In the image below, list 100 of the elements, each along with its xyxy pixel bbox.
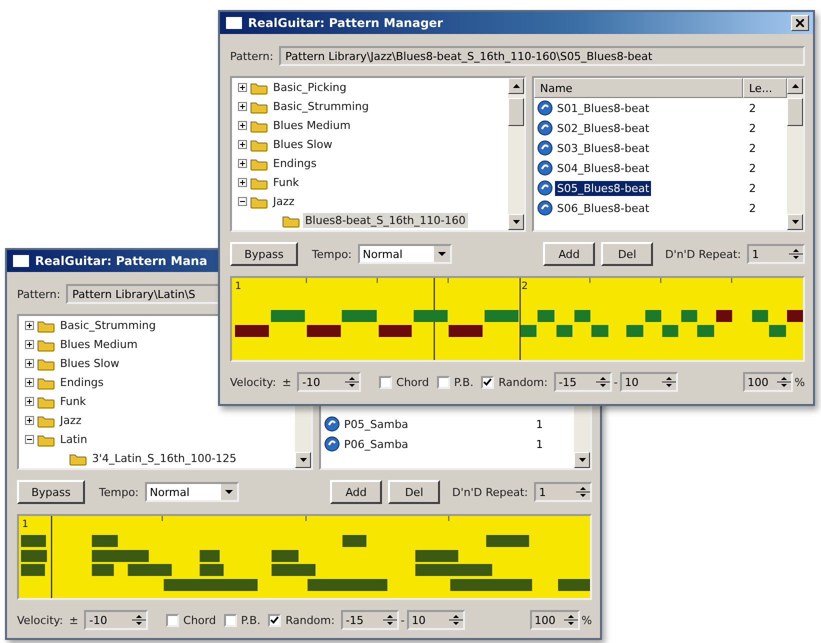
spin-arrows-icon[interactable] [564,612,578,628]
delete-button[interactable]: Del [601,242,654,266]
note-block[interactable] [591,325,608,337]
scroll-down-button[interactable] [574,452,590,468]
expand-icon[interactable] [238,178,247,187]
scroll-down-button[interactable] [787,214,803,230]
spin-arrows-icon[interactable] [776,374,791,390]
delete-button[interactable]: Del [388,480,440,504]
expand-icon[interactable] [25,397,34,406]
checkbox[interactable] [166,614,180,626]
note-block[interactable] [769,325,786,337]
list-item[interactable]: S02_Blues8-beat [555,120,652,136]
checkbox[interactable] [436,376,450,388]
scroll-down-button[interactable] [295,452,311,468]
note-block[interactable] [342,535,366,547]
note-block[interactable] [681,310,698,322]
tree-item[interactable]: Endings [58,375,106,390]
note-block[interactable] [128,564,172,576]
close-button[interactable] [791,15,809,31]
tree-item[interactable]: Latin [58,432,90,447]
scroll-up-button[interactable] [508,78,524,94]
tree-item[interactable]: Blues Medium [58,337,140,352]
scroll-thumb[interactable] [787,98,803,126]
spin-arrows-icon[interactable] [789,246,803,262]
spin-field[interactable]: 100 [742,372,793,392]
expand-icon[interactable] [25,340,34,349]
expand-icon[interactable] [25,321,34,330]
list-item[interactable]: P05_Samba [342,416,410,432]
scroll-down-button[interactable] [508,214,524,230]
spin-arrows-icon[interactable] [662,374,676,390]
scrollbar[interactable] [508,78,524,230]
tree-item[interactable]: Basic_Strumming [58,318,158,333]
checkbox[interactable] [481,376,494,388]
tree-item[interactable]: Blues Slow [271,137,334,152]
checkbox[interactable] [268,614,282,626]
spin-field[interactable]: 1 [534,482,592,502]
list-item[interactable]: S06_Blues8-beat [555,200,652,216]
spin-field[interactable]: -15 [340,610,399,630]
expand-icon[interactable] [238,159,247,168]
tree-item[interactable]: Basic_Strumming [271,99,371,114]
spin-arrows-icon[interactable] [448,612,463,628]
list-item[interactable]: S01_Blues8-beat [555,100,652,116]
spin-field[interactable]: 10 [406,610,465,630]
tree-item[interactable]: Blues Medium [271,118,353,133]
list-item[interactable]: S03_Blues8-beat [555,140,652,156]
expand-icon[interactable] [238,140,247,149]
tree-item[interactable]: Blues8-beat_S_16th_110-160 [303,213,468,228]
note-block[interactable] [697,325,714,337]
list-item[interactable]: S04_Blues8-beat [555,160,652,176]
column-header[interactable]: Le... [743,78,787,98]
spin-field[interactable]: -10 [84,610,148,630]
pattern-path-field[interactable]: Pattern Library\Jazz\Blues8-beat_S_16th_110-160\S05_Blues8-beat [279,46,805,66]
expand-icon[interactable] [238,121,247,130]
spin-arrows-icon[interactable] [382,612,397,628]
tree-item[interactable]: Endings [271,156,319,171]
expand-icon[interactable] [25,416,34,425]
add-button[interactable]: Add [330,480,382,504]
collapse-icon[interactable] [238,197,247,206]
tree-item[interactable]: Blues Slow [58,356,122,371]
tree-item[interactable]: Jazz [271,194,297,209]
tempo-dropdown[interactable]: Normal [144,482,239,502]
note-block[interactable] [537,310,554,322]
collapse-icon[interactable] [25,435,34,444]
note-block[interactable] [626,325,644,337]
bypass-button[interactable]: Bypass [230,242,298,266]
note-block[interactable] [415,550,458,562]
spin-field[interactable]: -10 [297,372,362,392]
list-item[interactable]: S05_Blues8-beat [555,180,652,196]
list-item[interactable]: P06_Samba [342,436,410,452]
tree-item[interactable]: Basic_Picking [271,80,348,95]
tree-item[interactable]: Funk [271,175,302,190]
expand-icon[interactable] [238,102,247,111]
note-block[interactable] [92,564,114,576]
expand-icon[interactable] [238,83,247,92]
scroll-thumb[interactable] [508,98,524,126]
tempo-dropdown[interactable]: Normal [358,244,452,264]
checkbox[interactable] [379,376,392,388]
note-block[interactable] [200,550,220,562]
note-block[interactable] [752,310,768,322]
spin-arrows-icon[interactable] [596,374,610,390]
note-block[interactable] [378,325,412,337]
expand-icon[interactable] [25,378,34,387]
checkbox[interactable] [224,614,237,626]
spin-field[interactable]: 1 [747,244,805,264]
scrollbar[interactable] [787,78,803,230]
note-block[interactable] [556,325,572,337]
note-block[interactable] [306,325,341,337]
scroll-up-button[interactable] [787,78,803,94]
add-button[interactable]: Add [543,242,596,266]
spin-field[interactable]: 10 [620,372,678,392]
spin-field[interactable]: -15 [554,372,612,392]
bypass-button[interactable]: Bypass [17,480,85,504]
spin-field[interactable]: 100 [530,610,580,630]
note-block[interactable] [574,310,590,322]
tree-item[interactable]: Funk [58,394,88,409]
note-block[interactable] [200,564,224,576]
note-block[interactable] [716,310,732,322]
tree-item[interactable]: Jazz [58,413,84,428]
column-header[interactable]: Name [534,78,743,98]
spin-arrows-icon[interactable] [576,484,590,500]
